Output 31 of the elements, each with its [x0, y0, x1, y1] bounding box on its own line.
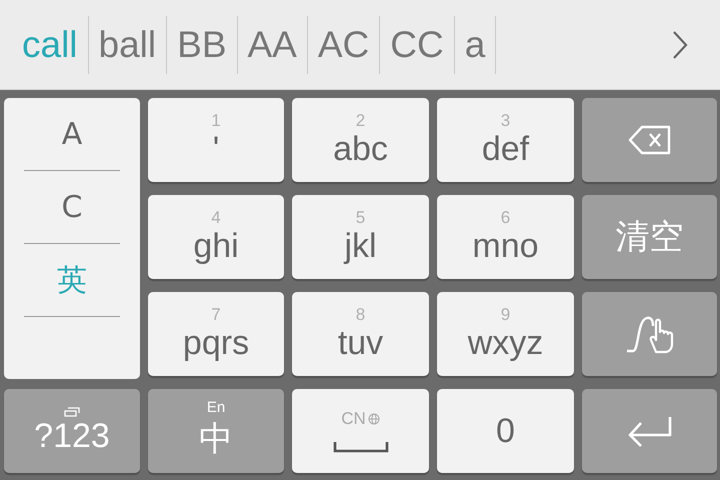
letter-key[interactable]: 1 ': [148, 98, 284, 182]
gesture-hand-icon: [624, 314, 674, 354]
symbols-key[interactable]: ?123: [4, 389, 140, 473]
enter-key[interactable]: [582, 389, 717, 473]
candidate-word[interactable]: BB: [167, 16, 238, 74]
letter-key[interactable]: 4 ghi: [148, 195, 284, 279]
candidate-word[interactable]: AA: [238, 16, 308, 74]
backspace-key[interactable]: [582, 98, 717, 182]
candidate-word[interactable]: CC: [380, 16, 455, 74]
side-panel-item[interactable]: A: [24, 98, 120, 171]
candidate-word[interactable]: ball: [88, 16, 168, 74]
letter-key[interactable]: 9 wxyz: [437, 292, 574, 376]
enter-icon: [626, 415, 672, 447]
letter-key[interactable]: 5 jkl: [292, 195, 429, 279]
letter-key[interactable]: 8 tuv: [292, 292, 429, 376]
language-key[interactable]: En 中: [148, 389, 284, 473]
candidate-word[interactable]: AC: [308, 16, 380, 74]
side-panel-item[interactable]: C: [24, 171, 120, 244]
gesture-key[interactable]: [582, 292, 717, 376]
backspace-icon: [628, 125, 672, 155]
candidate-word[interactable]: a: [454, 16, 496, 74]
globe-icon: [368, 413, 380, 425]
space-bar-icon: [332, 441, 388, 453]
clear-key[interactable]: 清空: [582, 195, 717, 279]
letter-key[interactable]: 2 abc: [292, 98, 429, 182]
letter-key[interactable]: 7 pqrs: [148, 292, 284, 376]
chevron-right-icon[interactable]: [672, 30, 688, 60]
windows-icon: [64, 406, 80, 416]
letter-key[interactable]: 3 def: [437, 98, 574, 182]
letter-key[interactable]: 6 mno: [437, 195, 574, 279]
zero-key[interactable]: 0: [437, 389, 574, 473]
